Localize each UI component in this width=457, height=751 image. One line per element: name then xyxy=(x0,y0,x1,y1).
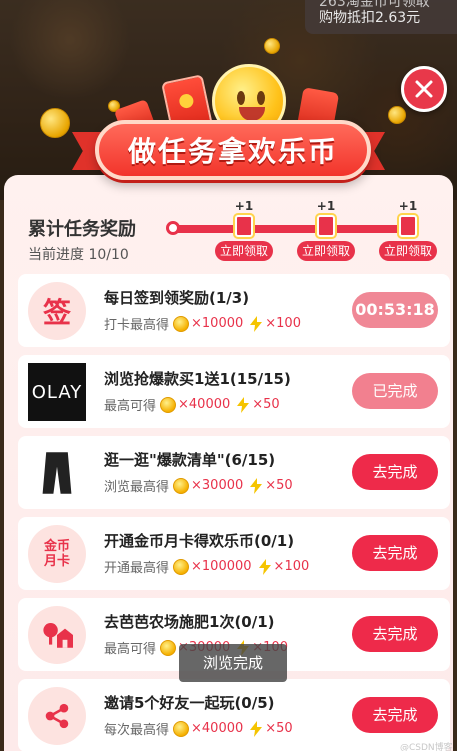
task-row: OLAY 浏览抢爆款买1送1(15/15) 最高可得 ×40000 ×50 已完… xyxy=(18,355,450,428)
coin-amount: ×10000 xyxy=(191,316,244,331)
happy-coin-icon xyxy=(173,477,190,494)
go-complete-button[interactable]: 去完成 xyxy=(352,697,438,733)
energy-bolt-icon xyxy=(258,558,271,575)
go-complete-button[interactable]: 去完成 xyxy=(352,535,438,571)
milestone-reward-label: +1 xyxy=(234,199,254,213)
milestone-reward-label: +1 xyxy=(316,199,336,213)
share-icon xyxy=(28,687,86,745)
progress-subtitle: 当前进度 10/10 xyxy=(28,247,129,263)
gold-card-icon-text: 金币月卡 xyxy=(43,539,70,569)
task-row: 签 每日签到领奖励(1/3) 打卡最高得 ×10000 ×100 00:53:1… xyxy=(18,274,450,347)
task-name: 邀请5个好友一起玩(0/5) xyxy=(104,694,275,712)
go-complete-button[interactable]: 去完成 xyxy=(352,454,438,490)
claim-button[interactable]: 立即领取 xyxy=(297,241,355,261)
milestone-3: +1 立即领取 xyxy=(378,199,438,261)
toast-message: 浏览完成 xyxy=(179,644,287,682)
task-name: 浏览抢爆款买1送1(15/15) xyxy=(104,370,291,388)
reward-prefix: 每次最高得 xyxy=(104,723,170,738)
completed-button[interactable]: 已完成 xyxy=(352,373,438,409)
coin-amount: ×30000 xyxy=(191,478,244,493)
task-name: 每日签到领奖励(1/3) xyxy=(104,289,250,307)
farm-icon xyxy=(28,606,86,664)
go-complete-button[interactable]: 去完成 xyxy=(352,616,438,652)
close-icon xyxy=(415,80,433,98)
progress-title: 累计任务奖励 xyxy=(28,219,136,240)
pants-icon xyxy=(28,444,86,502)
energy-amount: ×100 xyxy=(265,316,301,331)
milestone-2: +1 立即领取 xyxy=(296,199,356,261)
reward-prefix: 最高可得 xyxy=(104,642,157,657)
task-reward: 打卡最高得 ×10000 ×100 xyxy=(104,314,301,333)
energy-amount: ×50 xyxy=(265,478,293,493)
task-name: 去芭芭农场施肥1次(0/1) xyxy=(104,613,275,631)
olay-logo-text: OLAY xyxy=(31,381,83,403)
happy-coin-icon xyxy=(173,558,190,575)
close-button[interactable] xyxy=(401,66,447,112)
watermark: @CSDN博客 xyxy=(400,743,453,751)
coin-amount: ×100000 xyxy=(191,559,252,574)
reward-prefix: 最高可得 xyxy=(104,399,157,414)
energy-amount: ×50 xyxy=(252,397,280,412)
sign-in-icon-text: 签 xyxy=(42,296,71,329)
energy-bolt-icon xyxy=(250,477,263,494)
coin-notice-line1: 263淘金币可领取 xyxy=(319,0,430,10)
coin-notice[interactable]: 263淘金币可领取 购物抵扣2.63元 xyxy=(305,0,457,34)
happy-coin-icon xyxy=(173,315,190,332)
energy-bolt-icon xyxy=(250,315,263,332)
gold-card-icon: 金币月卡 xyxy=(28,525,86,583)
energy-bolt-icon xyxy=(237,396,250,413)
energy-bolt-icon xyxy=(250,720,263,737)
energy-amount: ×50 xyxy=(265,721,293,736)
happy-coin-icon xyxy=(160,396,177,413)
energy-amount: ×100 xyxy=(273,559,310,574)
claim-button[interactable]: 立即领取 xyxy=(379,241,437,261)
countdown-button[interactable]: 00:53:18 xyxy=(352,292,438,328)
milestone-reward-label: +1 xyxy=(398,199,418,213)
task-row: 逛一逛"爆款清单"(6/15) 浏览最高得 ×30000 ×50 去完成 xyxy=(18,436,450,509)
task-reward: 浏览最高得 ×30000 ×50 xyxy=(104,476,293,495)
reward-prefix: 开通最高得 xyxy=(104,561,170,576)
happy-coin-icon xyxy=(160,639,177,656)
coin-decoration-icon xyxy=(264,38,280,54)
coin-amount: ×40000 xyxy=(178,397,231,412)
happy-coin-icon xyxy=(173,720,190,737)
coin-notice-line2: 购物抵扣2.63元 xyxy=(319,10,421,26)
progress-start-dot xyxy=(166,221,180,235)
task-row: 金币月卡 开通金币月卡得欢乐币(0/1) 开通最高得 ×100000 ×100 … xyxy=(18,517,450,590)
task-reward: 每次最高得 ×40000 ×50 xyxy=(104,719,293,738)
gift-box-icon xyxy=(235,215,253,237)
banner-title: 做任务拿欢乐币 xyxy=(95,120,371,180)
task-name: 逛一逛"爆款清单"(6/15) xyxy=(104,451,276,469)
gift-box-icon xyxy=(399,215,417,237)
sign-in-icon: 签 xyxy=(28,282,86,340)
reward-prefix: 打卡最高得 xyxy=(104,318,170,333)
header-banner: 做任务拿欢乐币 xyxy=(0,60,457,195)
task-reward: 最高可得 ×40000 ×50 xyxy=(104,395,280,414)
task-name: 开通金币月卡得欢乐币(0/1) xyxy=(104,532,295,550)
task-reward: 开通最高得 ×100000 ×100 xyxy=(104,557,309,576)
claim-button[interactable]: 立即领取 xyxy=(215,241,273,261)
task-row: 邀请5个好友一起玩(0/5) 每次最高得 ×40000 ×50 去完成 xyxy=(18,679,450,751)
coin-amount: ×40000 xyxy=(191,721,244,736)
milestone-1: +1 立即领取 xyxy=(214,199,274,261)
olay-logo: OLAY xyxy=(28,363,86,421)
gift-box-icon xyxy=(317,215,335,237)
reward-prefix: 浏览最高得 xyxy=(104,480,170,495)
